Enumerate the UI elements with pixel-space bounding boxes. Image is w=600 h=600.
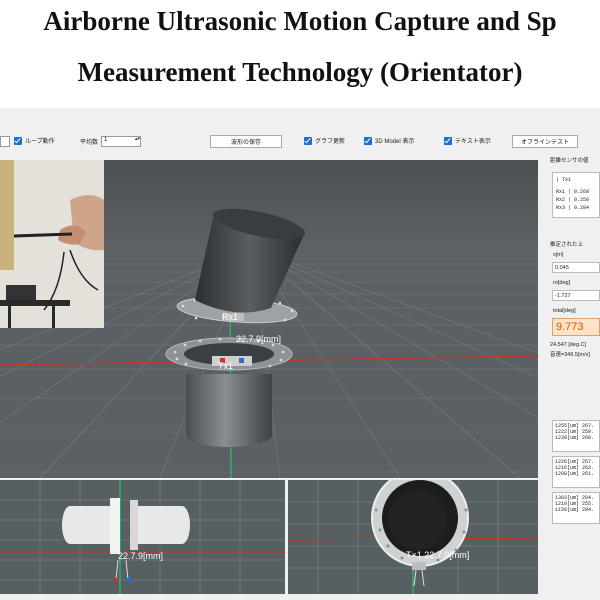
loop-checkbox[interactable] (14, 136, 22, 145)
loop-toggle[interactable]: ループ動作 (14, 136, 55, 145)
ro-value: -1.727 (552, 290, 600, 301)
sensor-row-rx1: Rx1 | 0.268 (556, 189, 590, 195)
model-3d-label: 3D Model 表示 (375, 139, 415, 145)
average-label: 平均数 (80, 140, 99, 146)
front-view-scene: T×1 22.7.9[mm] (288, 480, 538, 594)
distance-label-side: 22.7.9[mm] (118, 551, 163, 561)
average-control: 平均数 1 (80, 136, 142, 147)
graph-update-toggle[interactable]: グラフ更新 (304, 136, 345, 145)
log-block-3: 1303[um] 284. 1210[um] 255. 1150[um] 284… (552, 492, 600, 524)
side-view[interactable]: 22.7.9[mm] (0, 480, 285, 594)
text-display-checkbox[interactable] (444, 136, 452, 145)
sensor-row-rx3: Rx3 | 0.284 (556, 205, 590, 211)
camera-inset (0, 160, 104, 328)
offline-test-button[interactable]: オフラインテスト (512, 135, 578, 148)
graph-update-checkbox[interactable] (304, 136, 312, 145)
text-display-toggle[interactable]: テキスト表示 (444, 136, 491, 145)
average-stepper[interactable]: 1 (101, 136, 142, 147)
toolbar: ループ動作 平均数 1 波形の保存 グラフ更新 3D Model 表示 テキスト… (0, 132, 600, 154)
log-block-2: 1226[um] 257. 1216[um] 263. 1208[um] 261… (552, 456, 600, 488)
ro-label: ro[deg] (553, 280, 571, 286)
page-title-line2: Measurement Technology (Orientator) (77, 57, 523, 87)
sensor-table: | Tx1 Rx1 | 0.268 Rx2 | 0.250 Rx3 | 0.28… (552, 172, 600, 218)
loop-label: ループ動作 (25, 139, 55, 145)
x-label: x[m] (553, 252, 564, 258)
sensor-section-title: 距離センサの値 (550, 158, 589, 164)
page-title-line1: Airborne Ultrasonic Motion Capture and S… (43, 6, 557, 36)
model-3d-toggle[interactable]: 3D Model 表示 (364, 136, 414, 145)
text-display-label: テキスト表示 (455, 139, 491, 145)
tx1-label: Tx1 (218, 361, 233, 371)
clipped-field[interactable] (0, 136, 10, 147)
side-view-scene: 22.7.9[mm] (0, 480, 285, 594)
temperature-note: 24.547 [deg.C] (550, 342, 587, 348)
estimated-section-title: 推定された上 (550, 242, 584, 248)
graph-update-label: グラフ更新 (315, 139, 346, 145)
log-block-1: 1255[um] 267. 1222[um] 259. 1230[um] 268… (552, 420, 600, 452)
total-label: total[deg] (553, 308, 576, 314)
rx1-label: Rx1 (222, 312, 238, 322)
distance-label-top: T×1 22.7.9[mm] (406, 550, 469, 560)
camera-photo (0, 160, 104, 328)
save-waveform-button[interactable]: 波形の保存 (210, 135, 282, 148)
model-3d-checkbox[interactable] (364, 136, 372, 145)
x-value: 0.045 (552, 262, 600, 273)
sensor-row-rx2: Rx2 | 0.250 (556, 197, 590, 203)
sound-speed-note: 音速=346.5[m/s] (550, 352, 590, 358)
distance-label-main: 22.7.9[mm] (236, 334, 281, 344)
app-window: ループ動作 平均数 1 波形の保存 グラフ更新 3D Model 表示 テキスト… (0, 108, 600, 600)
total-value: 9.773 (552, 318, 600, 336)
sensor-table-header: | Tx1 (556, 177, 572, 183)
front-view[interactable]: T×1 22.7.9[mm] (288, 480, 538, 594)
info-panel: 距離センサの値 | Tx1 Rx1 | 0.268 Rx2 | 0.250 Rx… (540, 152, 600, 600)
